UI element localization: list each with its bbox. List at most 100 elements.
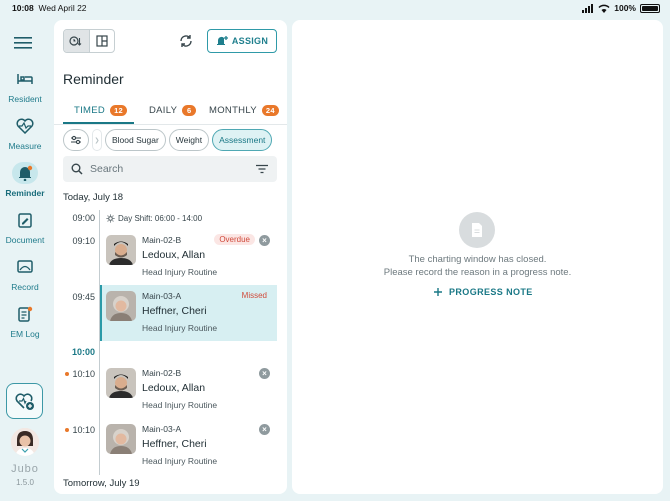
tab-count-badge: 6	[182, 105, 197, 116]
signal-icon	[582, 3, 594, 13]
empty-state-message: The charting window has closed.	[408, 254, 547, 265]
resident-photo	[106, 424, 136, 454]
health-check-button[interactable]	[6, 383, 43, 419]
detail-panel: The charting window has closed. Please r…	[292, 20, 663, 494]
sidebar-item-label: Record	[11, 282, 39, 292]
time-label: 10:10	[54, 369, 95, 379]
timeline-view-button[interactable]	[64, 30, 90, 52]
sidebar-item-label: Document	[5, 235, 45, 245]
bed-icon	[17, 74, 33, 84]
day-header-today: Today, July 18	[63, 192, 124, 203]
heart-plus-icon	[14, 393, 34, 410]
resident-name: Ledoux, Allan	[142, 382, 206, 394]
resident-photo	[106, 368, 136, 398]
bell-plus-icon	[216, 36, 228, 45]
battery-icon	[640, 3, 660, 13]
routine-name: Head Injury Routine	[142, 400, 218, 410]
reminder-card-selected[interactable]: Main-03-A Heffner, Cheri Head Injury Rou…	[100, 285, 277, 341]
chip-weight[interactable]: Weight	[168, 129, 210, 151]
grid-view-button[interactable]	[90, 30, 115, 52]
grid-icon	[96, 35, 108, 47]
filter-chips: ❯ Blood Sugar Weight Assessment	[63, 129, 273, 151]
resident-photo	[106, 235, 136, 265]
resident-avatar-icon	[106, 291, 136, 321]
resident-photo	[106, 291, 136, 321]
time-label: 09:10	[72, 236, 95, 246]
resident-unit: Main-02-B	[142, 368, 182, 378]
status-bar: 10:08 Wed April 22 100%	[0, 0, 670, 16]
routine-name: Head Injury Routine	[142, 267, 218, 277]
empty-state-document-icon	[459, 212, 495, 248]
dismiss-icon[interactable]: ×	[259, 235, 270, 246]
reminder-card[interactable]: Main-03-A Heffner, Cheri Head Injury Rou…	[100, 418, 277, 474]
sidebar-item-label: EM Log	[10, 329, 40, 339]
dismiss-icon[interactable]: ×	[259, 424, 270, 435]
pen-document-icon	[18, 213, 32, 228]
resident-name: Heffner, Cheri	[142, 305, 207, 317]
reminder-tabs: TIMED 12 DAILY 6 MONTHLY 24	[54, 100, 287, 124]
resident-name: Heffner, Cheri	[142, 438, 207, 450]
pending-dot	[65, 371, 70, 376]
bell-icon	[19, 165, 33, 181]
resident-avatar-icon	[106, 235, 136, 265]
wifi-icon	[598, 4, 610, 13]
search-bar	[63, 156, 277, 182]
tab-count-badge: 24	[261, 105, 279, 116]
resident-avatar-icon	[106, 368, 136, 398]
routine-name: Head Injury Routine	[142, 456, 218, 466]
sidebar-item-resident[interactable]: Resident	[0, 68, 50, 104]
document-icon	[472, 223, 482, 237]
shift-label: Day Shift: 06:00 - 14:00	[106, 214, 202, 223]
filter-icon[interactable]	[255, 164, 269, 174]
chip-scroll-indicator: ❯	[92, 129, 102, 151]
tab-count-badge: 12	[110, 105, 128, 116]
chip-assessment[interactable]: Assessment	[212, 129, 273, 151]
status-badge: Missed	[241, 291, 267, 300]
chip-blood-sugar[interactable]: Blood Sugar	[105, 129, 166, 151]
tab-monthly[interactable]: MONTHLY 24	[209, 105, 279, 116]
divider	[54, 124, 287, 125]
time-label: 09:00	[72, 213, 95, 223]
tab-timed[interactable]: TIMED 12	[74, 105, 128, 116]
sidebar-item-record[interactable]: Record	[0, 256, 50, 292]
sidebar-item-em-log[interactable]: EM Log	[0, 303, 50, 339]
hamburger-menu-icon[interactable]	[14, 36, 34, 50]
sidebar-item-label: Resident	[8, 94, 42, 104]
status-time: 10:08 Wed April 22	[12, 3, 87, 13]
reminder-list-panel: ASSIGN Reminder TIMED 12 DAILY 6 MONTHLY 24…	[54, 20, 287, 494]
resident-unit: Main-03-A	[142, 291, 182, 301]
search-icon	[71, 163, 83, 175]
assign-button[interactable]: ASSIGN	[207, 29, 277, 53]
progress-note-button[interactable]: PROGRESS NOTE	[434, 287, 533, 297]
nurse-avatar-icon	[11, 428, 39, 456]
day-header-tomorrow: Tomorrow, July 19	[63, 478, 140, 489]
resident-avatar-icon	[106, 424, 136, 454]
em-log-icon	[18, 306, 33, 322]
app-version: 1.5.0	[16, 478, 34, 487]
sidebar: Resident Measure Reminder Document Recor…	[0, 16, 50, 501]
plus-icon	[434, 288, 442, 296]
heart-pulse-icon	[16, 118, 34, 134]
search-input[interactable]	[90, 163, 248, 175]
sidebar-item-label: Reminder	[5, 188, 45, 198]
reminder-card[interactable]: Main-02-B Ledoux, Allan Head Injury Rout…	[100, 362, 277, 418]
resident-unit: Main-02-B	[142, 235, 182, 245]
empty-state-hint: Please record the reason in a progress n…	[383, 267, 572, 278]
tab-daily[interactable]: DAILY 6	[149, 105, 197, 116]
time-label: 09:45	[72, 292, 95, 302]
routine-name: Head Injury Routine	[142, 323, 218, 333]
refresh-icon[interactable]	[178, 33, 194, 49]
filter-settings-button[interactable]	[63, 129, 89, 151]
reminder-card[interactable]: Main-02-B Ledoux, Allan Head Injury Rout…	[100, 229, 277, 285]
sidebar-item-reminder[interactable]: Reminder	[0, 162, 50, 198]
brand-logo: Jubo	[11, 463, 39, 475]
battery-percent: 100%	[614, 3, 636, 13]
record-monitor-icon	[17, 260, 33, 273]
status-badge: Overdue	[214, 234, 255, 245]
sidebar-item-label: Measure	[8, 141, 42, 151]
time-label: 10:10	[54, 425, 95, 435]
user-avatar[interactable]	[11, 428, 39, 456]
sidebar-item-measure[interactable]: Measure	[0, 115, 50, 151]
sidebar-item-document[interactable]: Document	[0, 209, 50, 245]
dismiss-icon[interactable]: ×	[259, 368, 270, 379]
